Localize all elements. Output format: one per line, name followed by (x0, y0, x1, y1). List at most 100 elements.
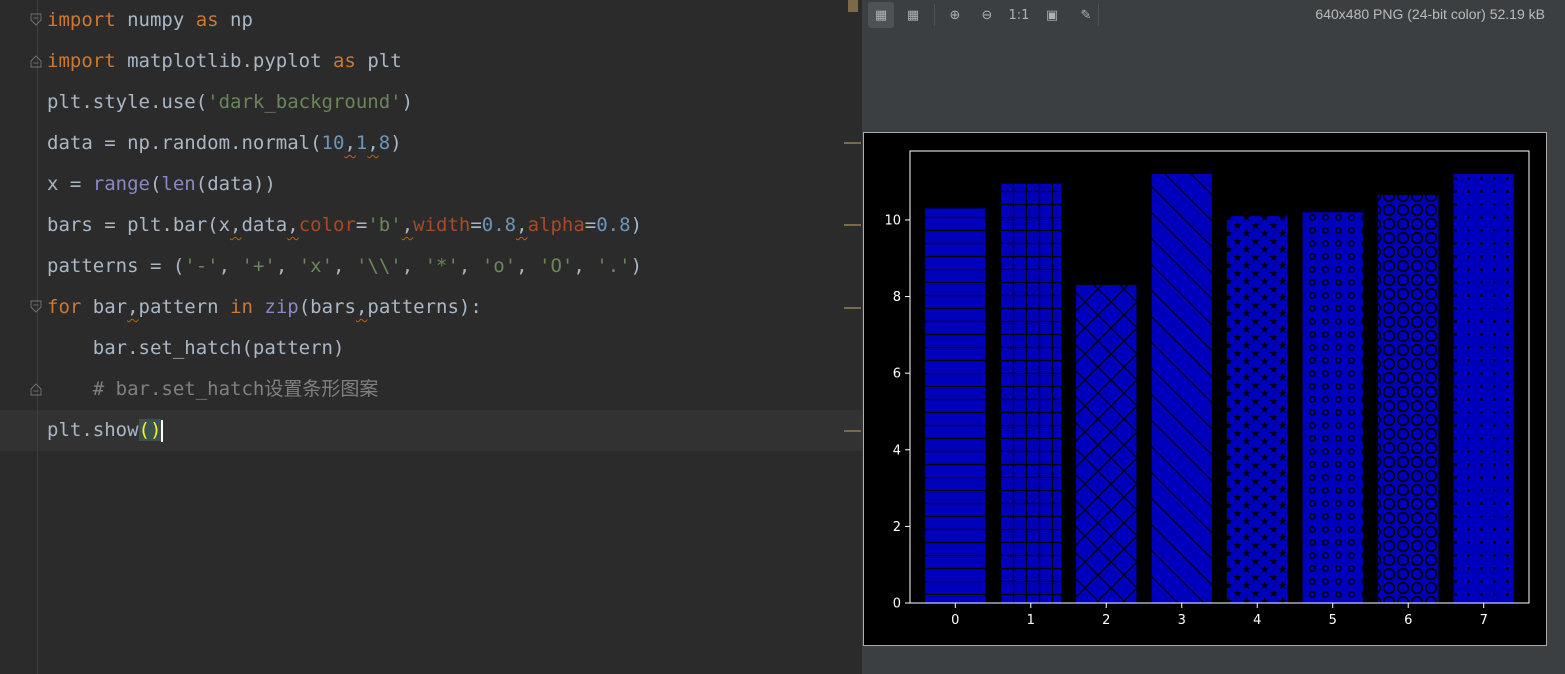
x-tick-label: 5 (1329, 613, 1337, 628)
code-line[interactable]: patterns = ('-', '+', 'x', '\\', '*', 'o… (47, 246, 642, 287)
code-line[interactable]: # bar.set_hatch设置条形图案 (47, 369, 379, 410)
bar-chart: 0 2 4 6 8 10 0 1 2 3 4 5 6 7 (884, 150, 1530, 628)
code-token: bars = plt.bar(x (47, 214, 231, 236)
code-token: , (458, 255, 482, 277)
code-token: , (516, 214, 528, 236)
code-token: , (333, 255, 356, 277)
code-editor[interactable]: import numpy as np import matplotlib.pypl… (0, 0, 862, 674)
y-tick-label: 10 (884, 213, 901, 228)
x-tick-label: 2 (1102, 613, 1110, 628)
code-token: zip (264, 296, 299, 318)
y-tick-label: 2 (893, 520, 901, 535)
code-token: alpha (527, 214, 585, 236)
code-line[interactable]: import matplotlib.pyplot as plt (47, 41, 402, 82)
code-token: len (161, 173, 196, 195)
code-token: ) (390, 132, 402, 154)
y-tick-label: 6 (893, 367, 901, 382)
code-token: plt.style.use( (47, 91, 208, 113)
code-token: , (367, 132, 379, 154)
fold-toggle-icon[interactable] (30, 382, 42, 396)
code-line[interactable]: x = range(len(data)) (47, 164, 276, 205)
error-stripe-mark[interactable] (844, 224, 861, 226)
code-token: color (298, 214, 356, 236)
actual-size-icon[interactable]: 1:1 (1006, 2, 1032, 28)
code-token: , (401, 214, 414, 236)
code-token: in (230, 296, 253, 318)
code-token: , (275, 255, 299, 277)
code-line[interactable]: bars = plt.bar(x,data,color='b',width=0.… (47, 205, 642, 246)
code-token: numpy (115, 9, 196, 31)
bar-6 (1378, 195, 1439, 603)
x-tick-label: 7 (1480, 613, 1488, 628)
code-token: ) (401, 91, 414, 113)
code-token: for (47, 296, 82, 318)
fold-toggle-icon[interactable] (30, 300, 42, 314)
error-stripe-mark[interactable] (844, 142, 861, 144)
code-token: '+' (241, 255, 276, 277)
x-tick-label: 3 (1178, 613, 1186, 628)
code-token: ) (630, 214, 643, 236)
error-stripe-mark[interactable] (844, 430, 861, 432)
x-tick-label: 0 (951, 613, 959, 628)
y-tick-label: 8 (893, 290, 901, 305)
code-token: 'o' (481, 255, 517, 277)
grid-icon[interactable]: ▦ (900, 2, 926, 28)
y-tick-label: 4 (893, 443, 901, 458)
x-tick-label: 1 (1027, 613, 1035, 628)
code-token: '.' (596, 255, 631, 277)
code-token: width (413, 214, 471, 236)
code-token: plt (355, 50, 402, 72)
code-line[interactable]: import numpy as np (47, 0, 253, 41)
text-caret (161, 419, 164, 442)
code-token: ) (630, 255, 643, 277)
y-tick-label: 0 (893, 597, 901, 612)
code-token: as (195, 9, 219, 31)
code-token: , (516, 255, 540, 277)
x-tick-label: 4 (1253, 613, 1261, 628)
code-token: patterns): (367, 296, 482, 318)
code-token: data (241, 214, 288, 236)
code-token: range (92, 173, 150, 195)
bar-0 (925, 208, 986, 603)
code-token: , (401, 255, 425, 277)
code-token: , (230, 214, 242, 236)
image-viewer: ▦ ▦ ⊕ ⊖ 1:1 ▣ ✎ 640x480 PNG (24-bit color) 52.… (862, 0, 1565, 674)
code-token: np (218, 9, 253, 31)
code-token: bar.set_hatch(pattern) (47, 337, 345, 359)
bar-5 (1302, 212, 1363, 603)
fit-zoom-icon[interactable]: ▣ (1039, 2, 1065, 28)
gutter-divider (37, 0, 38, 674)
code-token: # bar.set_hatch设置条形图案 (47, 378, 379, 400)
code-token: , (127, 296, 139, 318)
code-line[interactable]: plt.style.use('dark_background') (47, 82, 413, 123)
chessboard-icon[interactable]: ▦ (868, 2, 894, 28)
code-token: = (355, 214, 368, 236)
code-token: ( (138, 419, 150, 441)
code-line[interactable]: plt.show() (47, 410, 164, 451)
code-token: , (573, 255, 597, 277)
color-picker-icon[interactable]: ✎ (1073, 2, 1099, 28)
image-info-label: 640x480 PNG (24-bit color) 52.19 kB (1315, 6, 1545, 22)
code-token: , (218, 255, 242, 277)
bar-4 (1227, 216, 1288, 603)
code-token: matplotlib.pyplot (115, 50, 333, 72)
code-token: pattern (138, 296, 231, 318)
fold-toggle-icon[interactable] (30, 54, 42, 68)
code-token: 'O' (539, 255, 574, 277)
zoom-in-icon[interactable]: ⊕ (942, 2, 968, 28)
code-token: = (470, 214, 482, 236)
fold-toggle-icon[interactable] (30, 13, 42, 27)
code-token: 0.8 (596, 214, 631, 236)
code-token: as (332, 50, 356, 72)
code-line[interactable]: bar.set_hatch(pattern) (47, 328, 345, 369)
code-line[interactable]: data = np.random.normal(10,1,8) (47, 123, 402, 164)
error-stripe-mark[interactable] (844, 307, 861, 309)
code-line[interactable]: for bar,pattern in zip(bars,patterns): (47, 287, 482, 328)
scrollbar-thumb[interactable] (848, 0, 858, 12)
code-token: '-' (184, 255, 219, 277)
code-token: '\\' (355, 255, 402, 277)
toolbar-separator (1098, 4, 1099, 26)
zoom-out-icon[interactable]: ⊖ (974, 2, 1000, 28)
code-token: import (47, 9, 116, 31)
